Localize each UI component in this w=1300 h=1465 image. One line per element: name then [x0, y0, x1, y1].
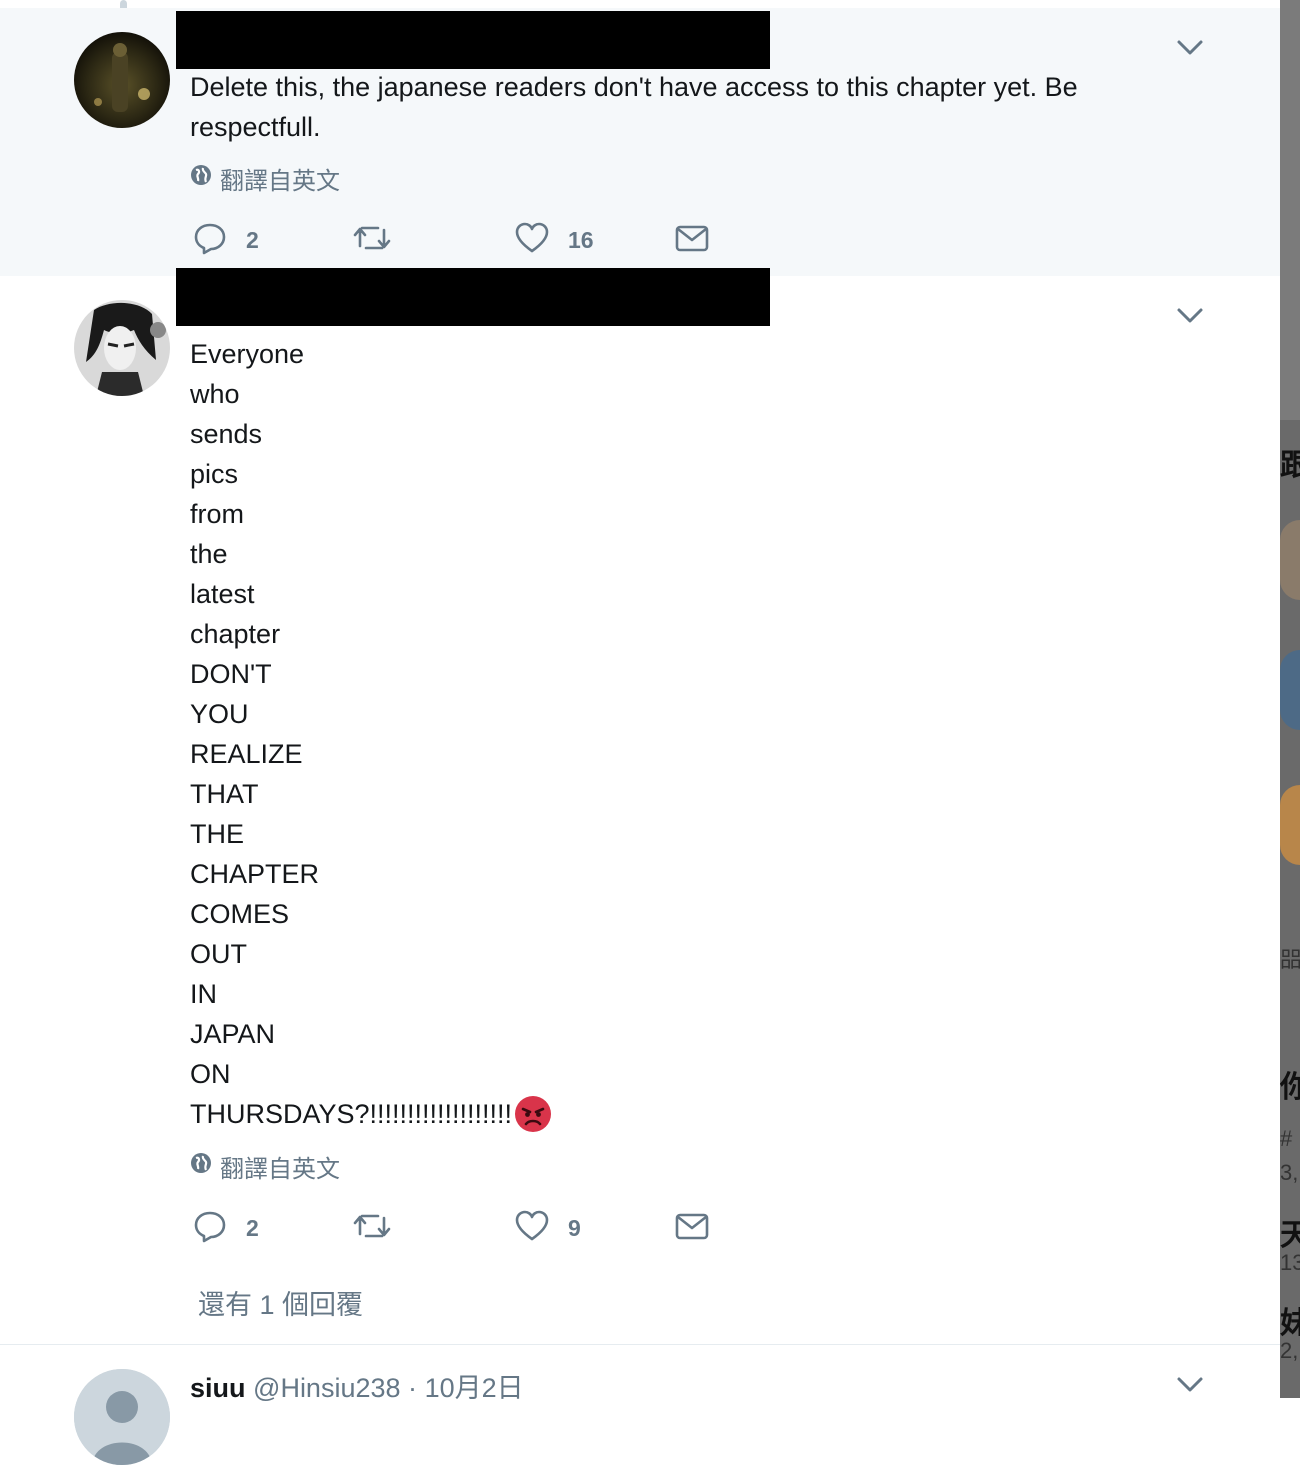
tweet-date[interactable]: 10月2日 — [425, 1373, 524, 1403]
message-button[interactable] — [674, 1208, 710, 1248]
tweet-word: THE — [190, 819, 244, 849]
angry-face-icon — [514, 1095, 552, 1133]
sidebar-text-fragment: 跟 — [1280, 449, 1300, 482]
like-count: 16 — [568, 226, 594, 253]
avatar[interactable] — [74, 32, 170, 128]
globe-icon — [190, 1152, 212, 1181]
reply-icon — [192, 220, 228, 261]
tweet-word: sends — [190, 419, 263, 449]
translate-link[interactable]: 翻譯自英文 — [190, 1152, 340, 1183]
sidebar-avatar — [1280, 520, 1300, 600]
retweet-button[interactable] — [352, 1208, 392, 1248]
tweet-word: the — [190, 539, 228, 569]
envelope-icon — [674, 220, 710, 261]
tweet-word: JAPAN — [190, 1019, 276, 1049]
tweet-word: chapter — [190, 619, 281, 649]
tweet-word: latest — [190, 579, 255, 609]
avatar[interactable] — [74, 300, 170, 396]
right-sidebar: 跟 㗊 你 # 3, 天 13 妹 2, — [1280, 0, 1300, 1398]
tweet-word: COMES — [190, 899, 290, 929]
sidebar-card — [1280, 0, 1300, 420]
tweet-2[interactable]: Everyone who sends pics from the latest … — [0, 268, 1280, 1345]
sidebar-avatar — [1280, 785, 1300, 865]
sidebar-text-fragment: 天 — [1280, 1219, 1300, 1252]
heart-icon — [514, 1208, 550, 1249]
tweet-word: from — [190, 499, 244, 529]
reply-icon — [192, 1208, 228, 1249]
reply-count: 2 — [246, 1214, 259, 1241]
translate-label: 翻譯自英文 — [220, 167, 340, 195]
chevron-down-icon[interactable] — [1174, 1372, 1206, 1396]
tweet-word: YOU — [190, 699, 249, 729]
reply-button[interactable]: 2 — [192, 220, 259, 260]
tweet-word: IN — [190, 979, 217, 1009]
tweet-word: CHAPTER — [190, 859, 320, 889]
sidebar-text-fragment: 妹 — [1280, 1307, 1300, 1340]
tweet-actions: 2 16 — [192, 220, 732, 260]
sidebar-text-fragment: 你 — [1280, 1071, 1300, 1104]
replies-timeline: Delete this, the japanese readers don't … — [0, 0, 1280, 1465]
redacted-username — [176, 11, 770, 69]
tweet-word: Everyone — [190, 339, 305, 369]
tweet-word: OUT — [190, 939, 247, 969]
translate-link[interactable]: 翻譯自英文 — [190, 164, 340, 195]
sidebar-text-fragment: 㗊 — [1280, 947, 1300, 972]
avatar[interactable] — [74, 1369, 170, 1465]
reply-button[interactable]: 2 — [192, 1208, 259, 1248]
tweet-1[interactable]: Delete this, the japanese readers don't … — [0, 8, 1280, 276]
like-button[interactable]: 16 — [514, 220, 594, 260]
sidebar-text-fragment: # — [1280, 1126, 1293, 1151]
sidebar-text-fragment: 13 — [1280, 1250, 1300, 1275]
more-replies-link[interactable]: 還有 1 個回覆 — [198, 1283, 363, 1322]
tweet-word: THURSDAYS?!!!!!!!!!!!!!!!!!!! — [190, 1099, 513, 1129]
tweet-word: ON — [190, 1059, 231, 1089]
message-button[interactable] — [674, 220, 710, 260]
like-button[interactable]: 9 — [514, 1208, 581, 1248]
tweet-text: Everyone who sends pics from the latest … — [190, 334, 552, 1134]
heart-icon — [514, 220, 550, 261]
translate-label: 翻譯自英文 — [220, 1155, 340, 1183]
tweet-word: THAT — [190, 779, 259, 809]
globe-icon — [190, 164, 212, 193]
redacted-username — [176, 268, 770, 326]
reply-count: 2 — [246, 226, 259, 253]
sidebar-text-fragment: 3, — [1280, 1160, 1299, 1185]
tweet-word: who — [190, 379, 240, 409]
tweet-word: DON'T — [190, 659, 272, 689]
tweet-author: siuu @Hinsiu238 · 10月2日 — [190, 1366, 524, 1405]
retweet-icon — [352, 1208, 392, 1249]
tweet-word: pics — [190, 459, 239, 489]
tweet-word-last: THURSDAYS?!!!!!!!!!!!!!!!!!!! — [190, 1094, 552, 1134]
tweet-word: REALIZE — [190, 739, 303, 769]
tweet-actions: 2 9 — [192, 1208, 732, 1248]
chevron-down-icon[interactable] — [1174, 303, 1206, 327]
sidebar-avatar — [1280, 650, 1300, 730]
author-handle[interactable]: @Hinsiu238 — [253, 1373, 401, 1403]
separator: · — [408, 1373, 418, 1403]
tweet-text: Delete this, the japanese readers don't … — [190, 72, 1078, 142]
retweet-icon — [352, 220, 392, 261]
like-count: 9 — [568, 1214, 581, 1241]
chevron-down-icon[interactable] — [1174, 35, 1206, 59]
sidebar-text-fragment: 2, — [1280, 1338, 1299, 1363]
envelope-icon — [674, 1208, 710, 1249]
author-name[interactable]: siuu — [190, 1373, 246, 1403]
retweet-button[interactable] — [352, 220, 392, 260]
